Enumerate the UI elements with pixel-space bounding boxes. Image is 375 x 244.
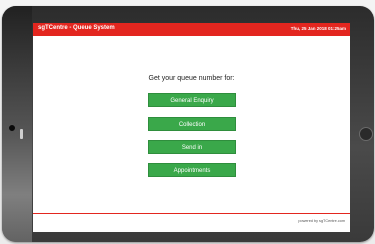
bezel-mark [20, 129, 23, 139]
home-button[interactable] [359, 127, 373, 141]
appointments-button[interactable]: Appointments [148, 163, 236, 177]
footer-powered-by: powered by sgTCentre.com [298, 219, 345, 223]
footer-divider [33, 213, 350, 214]
app-header: sgTCentre - Queue System Thu, 25 Jan 201… [33, 23, 350, 36]
collection-button[interactable]: Collection [148, 117, 236, 131]
tablet-bezel-reflection [2, 6, 32, 242]
queue-prompt: Get your queue number for: [148, 75, 235, 82]
send-in-button[interactable]: Send in [148, 140, 236, 154]
kiosk-screen: sgTCentre - Queue System Thu, 25 Jan 201… [33, 23, 350, 232]
header-datetime: Thu, 25 Jan 2018 01:25am [290, 26, 346, 31]
camera-icon [8, 124, 16, 132]
general-enquiry-button[interactable]: General Enquiry [148, 93, 236, 107]
app-title: sgTCentre - Queue System [38, 25, 115, 31]
